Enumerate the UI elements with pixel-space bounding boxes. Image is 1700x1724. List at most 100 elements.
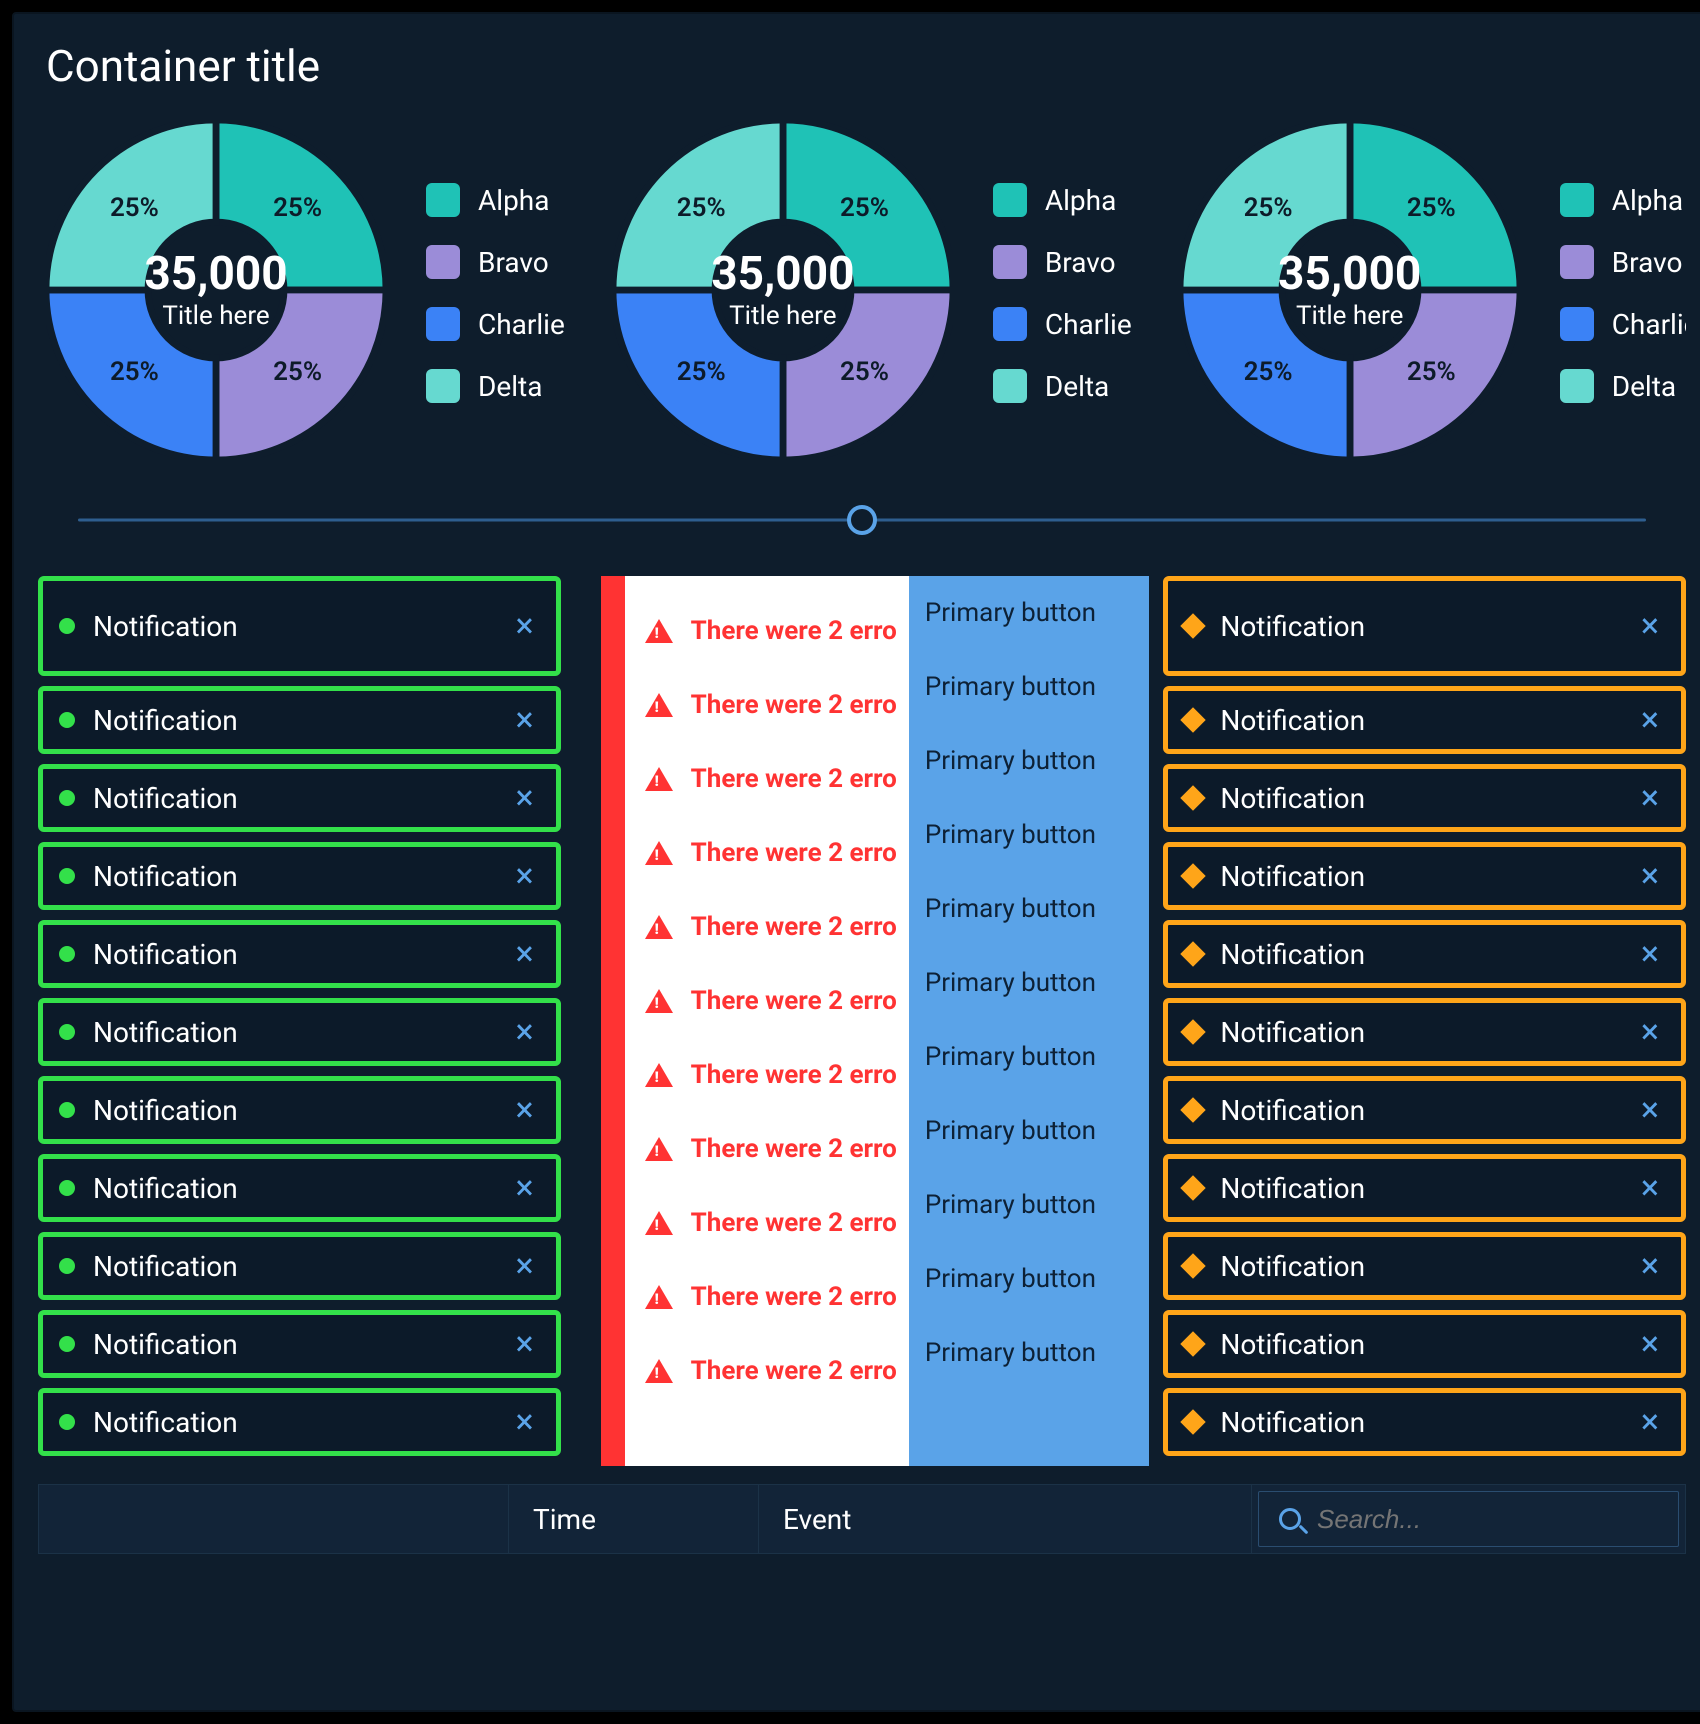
notification-item[interactable]: Notification×	[38, 686, 561, 754]
legend-item[interactable]: Charlie	[993, 307, 1132, 341]
search-box[interactable]	[1258, 1491, 1679, 1547]
notification-item[interactable]: Notification×	[1163, 1388, 1686, 1456]
primary-button[interactable]: Primary button	[909, 1316, 1149, 1390]
legend-item[interactable]: Alpha	[993, 183, 1132, 217]
legend-swatch	[1560, 245, 1594, 279]
notification-item[interactable]: Notification×	[38, 764, 561, 832]
warning-icon	[645, 841, 673, 865]
close-icon[interactable]: ×	[510, 1327, 540, 1361]
slice-label: 25%	[1407, 357, 1456, 387]
close-icon[interactable]: ×	[510, 859, 540, 893]
error-item[interactable]: There were 2 erro	[625, 668, 909, 742]
status-dot-icon	[59, 790, 75, 806]
notification-item[interactable]: Notification×	[38, 842, 561, 910]
notification-item[interactable]: Notification×	[38, 920, 561, 988]
error-item[interactable]: There were 2 erro	[625, 1038, 909, 1112]
status-dot-icon	[59, 1258, 75, 1274]
close-icon[interactable]: ×	[1635, 1249, 1665, 1283]
legend-item[interactable]: Delta	[1560, 369, 1686, 403]
primary-button[interactable]: Primary button	[909, 1094, 1149, 1168]
error-item[interactable]: There were 2 erro	[625, 816, 909, 890]
notification-item[interactable]: Notification×	[38, 1232, 561, 1300]
primary-button[interactable]: Primary button	[909, 576, 1149, 650]
legend-item[interactable]: Delta	[993, 369, 1132, 403]
notification-item[interactable]: Notification×	[1163, 1154, 1686, 1222]
legend-label: Charlie	[1045, 308, 1132, 341]
legend-item[interactable]: Charlie	[1560, 307, 1686, 341]
close-icon[interactable]: ×	[1635, 1405, 1665, 1439]
slice-label: 25%	[840, 357, 889, 387]
status-dot-icon	[59, 1102, 75, 1118]
legend-item[interactable]: Alpha	[426, 183, 565, 217]
error-item[interactable]: There were 2 erro	[625, 964, 909, 1038]
legend-label: Bravo	[478, 246, 549, 279]
legend-item[interactable]: Alpha	[1560, 183, 1686, 217]
notification-item[interactable]: Notification×	[38, 576, 561, 676]
notification-item[interactable]: Notification×	[1163, 686, 1686, 754]
notification-text: Notification	[1220, 1250, 1617, 1283]
notification-item[interactable]: Notification×	[1163, 920, 1686, 988]
primary-button[interactable]: Primary button	[909, 724, 1149, 798]
close-icon[interactable]: ×	[1635, 937, 1665, 971]
notification-item[interactable]: Notification×	[1163, 1076, 1686, 1144]
notification-item[interactable]: Notification×	[38, 1310, 561, 1378]
notification-item[interactable]: Notification×	[38, 1076, 561, 1144]
search-input[interactable]	[1315, 1503, 1658, 1536]
legend-item[interactable]: Delta	[426, 369, 565, 403]
close-icon[interactable]: ×	[1635, 1171, 1665, 1205]
notification-item[interactable]: Notification ×	[1163, 1232, 1686, 1300]
notification-item[interactable]: Notification×	[1163, 576, 1686, 676]
primary-button[interactable]: Primary button	[909, 650, 1149, 724]
close-icon[interactable]: ×	[510, 1249, 540, 1283]
column-header-event[interactable]: Event	[759, 1485, 1252, 1553]
legend-swatch	[426, 245, 460, 279]
error-item[interactable]: There were 2 erro	[625, 890, 909, 964]
error-item[interactable]: There were 2 erro	[625, 1112, 909, 1186]
close-icon[interactable]: ×	[510, 1015, 540, 1049]
notification-item[interactable]: Notification×	[1163, 842, 1686, 910]
progress-slider[interactable]	[78, 500, 1646, 540]
close-icon[interactable]: ×	[510, 1171, 540, 1205]
primary-button[interactable]: Primary button	[909, 1020, 1149, 1094]
close-icon[interactable]: ×	[1635, 781, 1665, 815]
legend-item[interactable]: Charlie	[426, 307, 565, 341]
warning-icon	[645, 989, 673, 1013]
primary-button[interactable]: Primary button	[909, 798, 1149, 872]
slider-thumb[interactable]	[847, 505, 877, 535]
primary-button[interactable]: Primary button	[909, 872, 1149, 946]
error-item[interactable]: There were 2 erro	[625, 1260, 909, 1334]
column-header-time[interactable]: Time	[509, 1485, 759, 1553]
error-item[interactable]: There were 2 erro	[625, 742, 909, 816]
legend-item[interactable]: Bravo	[1560, 245, 1686, 279]
notification-text: Notification	[1220, 782, 1617, 815]
notification-item[interactable]: Notification×	[1163, 998, 1686, 1066]
legend-label: Bravo	[1612, 246, 1683, 279]
close-icon[interactable]: ×	[1635, 1093, 1665, 1127]
close-icon[interactable]: ×	[510, 1405, 540, 1439]
notification-item[interactable]: Notification×	[38, 1154, 561, 1222]
close-icon[interactable]: ×	[510, 703, 540, 737]
close-icon[interactable]: ×	[1635, 1015, 1665, 1049]
notification-text: Notification	[1220, 1328, 1617, 1361]
legend-item[interactable]: Bravo	[426, 245, 565, 279]
close-icon[interactable]: ×	[1635, 859, 1665, 893]
close-icon[interactable]: ×	[510, 937, 540, 971]
notification-item[interactable]: Notification×	[38, 998, 561, 1066]
notification-item[interactable]: Notification ×	[1163, 764, 1686, 832]
primary-button[interactable]: Primary button	[909, 1242, 1149, 1316]
legend-item[interactable]: Bravo	[993, 245, 1132, 279]
close-icon[interactable]: ×	[510, 781, 540, 815]
close-icon[interactable]: ×	[1635, 703, 1665, 737]
close-icon[interactable]: ×	[1635, 1327, 1665, 1361]
legend-swatch	[426, 369, 460, 403]
notification-item[interactable]: Notification ×	[1163, 1310, 1686, 1378]
error-item[interactable]: There were 2 erro	[625, 1334, 909, 1408]
close-icon[interactable]: ×	[510, 609, 540, 643]
error-item[interactable]: There were 2 erro	[625, 594, 909, 668]
primary-button[interactable]: Primary button	[909, 946, 1149, 1020]
error-item[interactable]: There were 2 erro	[625, 1186, 909, 1260]
primary-button[interactable]: Primary button	[909, 1168, 1149, 1242]
close-icon[interactable]: ×	[1635, 609, 1665, 643]
notification-item[interactable]: Notification×	[38, 1388, 561, 1456]
close-icon[interactable]: ×	[510, 1093, 540, 1127]
